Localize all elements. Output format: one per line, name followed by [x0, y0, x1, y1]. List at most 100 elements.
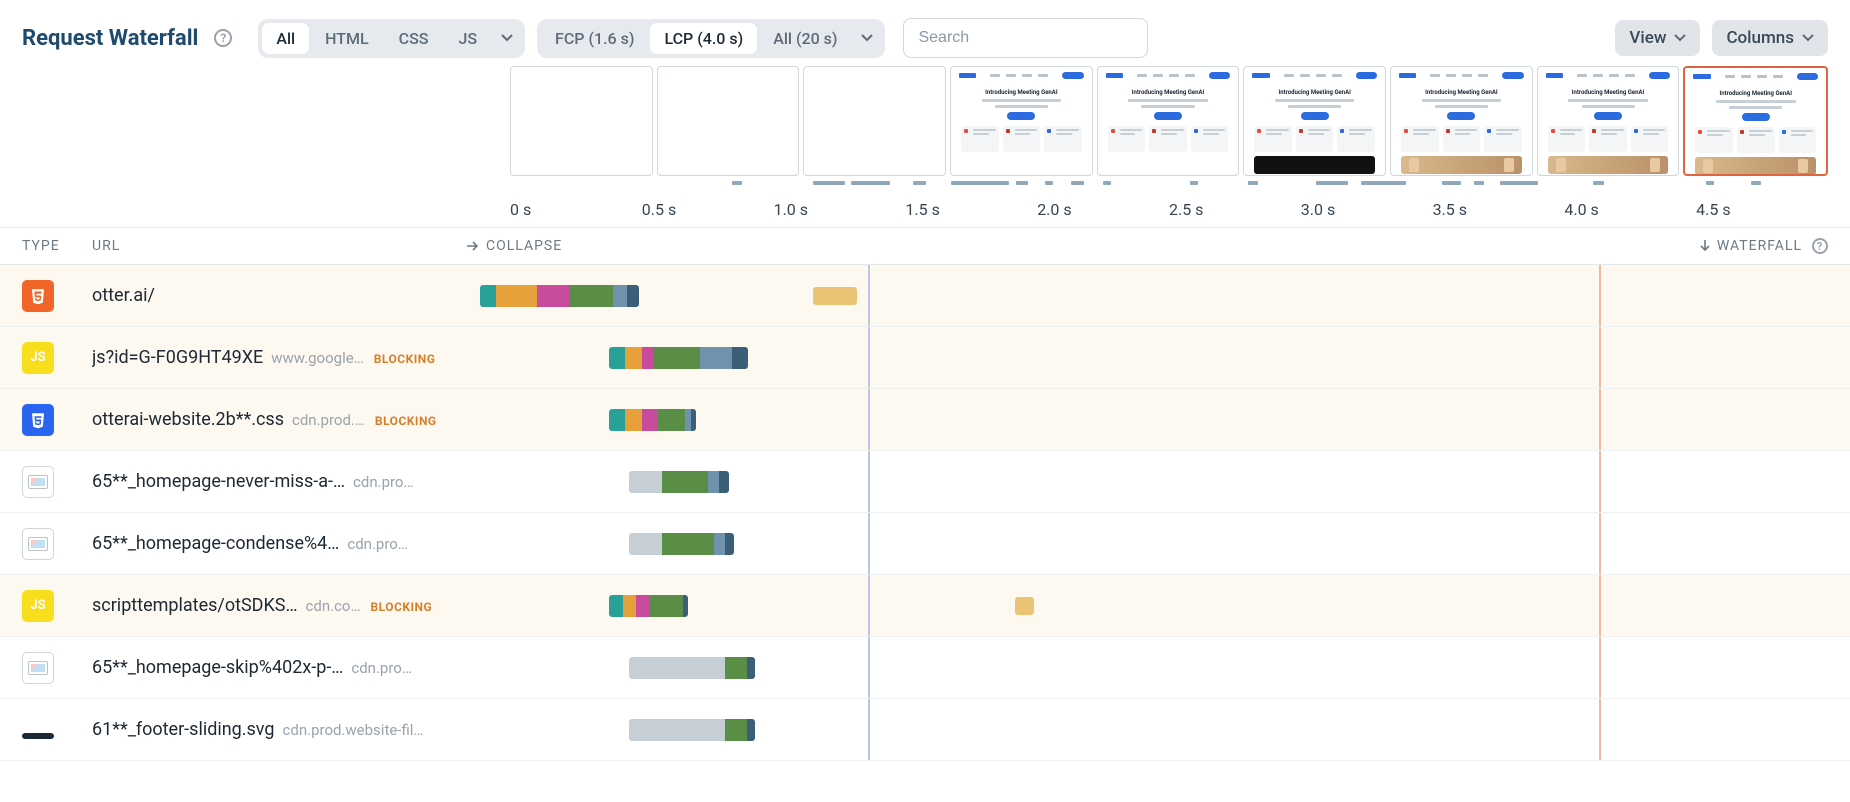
- metric-filter-more-icon[interactable]: [853, 32, 881, 44]
- metric-filter-lcp[interactable]: LCP (4.0 s): [650, 23, 757, 54]
- col-waterfall[interactable]: WATERFALL ?: [1699, 238, 1828, 254]
- timing-bar[interactable]: [609, 595, 688, 617]
- filmstrip-thumb[interactable]: Introducing Meeting GenAI: [1243, 66, 1386, 176]
- waterfall-row[interactable]: 65**_homepage-never-miss-a-…cdn.pro…: [0, 451, 1850, 513]
- page-title: Request Waterfall: [22, 26, 198, 51]
- col-url[interactable]: URL: [92, 238, 466, 254]
- filmstrip-thumb[interactable]: [803, 66, 946, 176]
- request-url: 65**_homepage-skip%402x-p-…cdn.pro…: [92, 657, 466, 678]
- columns-button[interactable]: Columns: [1712, 20, 1828, 56]
- waterfall-row[interactable]: 61**_footer-sliding.svgcdn.prod.website-…: [0, 699, 1850, 761]
- density-cell: [1568, 180, 1696, 186]
- col-type[interactable]: TYPE: [22, 238, 92, 254]
- filmstrip-thumb[interactable]: [657, 66, 800, 176]
- type-filter-html[interactable]: HTML: [311, 23, 383, 54]
- arrow-right-icon: [466, 240, 480, 252]
- waterfall-track: [466, 575, 1828, 636]
- waterfall-row[interactable]: otterai-website.2b**.csscdn.prod.…BLOCKI…: [0, 389, 1850, 451]
- density-cell: [1303, 180, 1431, 186]
- waterfall-label: WATERFALL: [1717, 238, 1802, 254]
- waterfall-row[interactable]: 65**_homepage-condense%4…cdn.pro…: [0, 513, 1850, 575]
- request-url: js?id=G-F0G9HT49XEwww.google…BLOCKING: [92, 347, 466, 368]
- waterfall-track: [466, 513, 1828, 574]
- waterfall-track: [466, 327, 1828, 388]
- collapse-label: COLLAPSE: [486, 238, 562, 254]
- columns-button-label: Columns: [1726, 28, 1794, 48]
- request-url: scripttemplates/otSDKS…cdn.co…BLOCKING: [92, 595, 466, 616]
- timeline-axis: 0 s0.5 s1.0 s1.5 s2.0 s2.5 s3.0 s3.5 s4.…: [510, 200, 1850, 219]
- lcp-marker: [1599, 513, 1601, 574]
- waterfall-row[interactable]: JSscripttemplates/otSDKS…cdn.co…BLOCKING: [0, 575, 1850, 637]
- fcp-marker: [868, 327, 870, 388]
- help-icon[interactable]: ?: [214, 29, 232, 47]
- fcp-marker: [868, 513, 870, 574]
- filmstrip-thumb[interactable]: Introducing Meeting GenAI: [1683, 66, 1828, 176]
- timing-bar[interactable]: [629, 533, 734, 555]
- filmstrip-thumb[interactable]: Introducing Meeting GenAI: [1097, 66, 1240, 176]
- waterfall-row[interactable]: 65**_homepage-skip%402x-p-…cdn.pro…: [0, 637, 1850, 699]
- search-input[interactable]: [903, 18, 1148, 58]
- type-filter-group: All HTML CSS JS: [258, 19, 525, 58]
- density-cell: [1700, 180, 1828, 186]
- waterfall-header: Request Waterfall ? All HTML CSS JS FCP …: [0, 0, 1850, 66]
- timing-extra: [813, 287, 857, 305]
- type-filter-all[interactable]: All: [262, 23, 309, 54]
- timing-bar[interactable]: [629, 471, 728, 493]
- filmstrip-thumb[interactable]: Introducing Meeting GenAI: [950, 66, 1093, 176]
- timing-bar[interactable]: [629, 719, 754, 741]
- type-filter-more-icon[interactable]: [493, 32, 521, 44]
- column-headers: TYPE URL COLLAPSE WATERFALL ?: [0, 227, 1850, 265]
- filmstrip-thumb[interactable]: Introducing Meeting GenAI: [1390, 66, 1533, 176]
- help-icon[interactable]: ?: [1812, 238, 1828, 254]
- density-cell: [642, 180, 770, 186]
- timing-bar[interactable]: [629, 657, 754, 679]
- filmstrip-thumb[interactable]: Introducing Meeting GenAI: [1537, 66, 1680, 176]
- fcp-marker: [868, 699, 870, 760]
- density-cell: [1435, 180, 1563, 186]
- axis-tick: 3.0 s: [1301, 200, 1433, 219]
- html-icon: [22, 280, 92, 312]
- type-filter-js[interactable]: JS: [444, 23, 491, 54]
- waterfall-track: [466, 451, 1828, 512]
- density-cell: [510, 180, 638, 186]
- metric-filter-all[interactable]: All (20 s): [759, 23, 851, 54]
- collapse-toggle[interactable]: COLLAPSE: [466, 238, 562, 254]
- arrow-down-icon: [1699, 239, 1711, 253]
- density-cell: [1171, 180, 1299, 186]
- waterfall-row[interactable]: JSjs?id=G-F0G9HT49XEwww.google…BLOCKING: [0, 327, 1850, 389]
- css-icon: [22, 404, 92, 436]
- timing-bar[interactable]: [480, 285, 639, 307]
- waterfall-track: [466, 389, 1828, 450]
- svg-icon: [22, 720, 92, 739]
- timing-bar[interactable]: [609, 347, 748, 369]
- filmstrip-thumb[interactable]: [510, 66, 653, 176]
- request-url: otterai-website.2b**.csscdn.prod.…BLOCKI…: [92, 409, 466, 430]
- fcp-marker: [868, 637, 870, 698]
- blocking-badge: BLOCKING: [375, 414, 437, 428]
- filmstrip: Introducing Meeting GenAI Introducing Me…: [510, 66, 1850, 186]
- view-button[interactable]: View: [1615, 20, 1700, 56]
- request-url: 61**_footer-sliding.svgcdn.prod.website-…: [92, 719, 466, 740]
- js-icon: JS: [22, 342, 92, 374]
- lcp-marker: [1599, 575, 1601, 636]
- metric-filter-fcp[interactable]: FCP (1.6 s): [541, 23, 648, 54]
- waterfall-track: [466, 265, 1828, 326]
- lcp-marker: [1599, 265, 1601, 326]
- js-icon: JS: [22, 590, 92, 622]
- view-button-label: View: [1629, 28, 1666, 48]
- axis-tick: 1.5 s: [905, 200, 1037, 219]
- img-icon: [22, 528, 92, 560]
- waterfall-track: [466, 637, 1828, 698]
- type-filter-css[interactable]: CSS: [385, 23, 443, 54]
- img-icon: [22, 466, 92, 498]
- waterfall-track: [466, 699, 1828, 760]
- lcp-marker: [1599, 699, 1601, 760]
- axis-tick: 4.0 s: [1564, 200, 1696, 219]
- density-cell: [907, 180, 1035, 186]
- waterfall-row[interactable]: otter.ai/: [0, 265, 1850, 327]
- lcp-marker: [1599, 451, 1601, 512]
- lcp-marker: [1599, 637, 1601, 698]
- lcp-marker: [1599, 389, 1601, 450]
- request-url: otter.ai/: [92, 285, 466, 306]
- timing-bar[interactable]: [609, 409, 696, 431]
